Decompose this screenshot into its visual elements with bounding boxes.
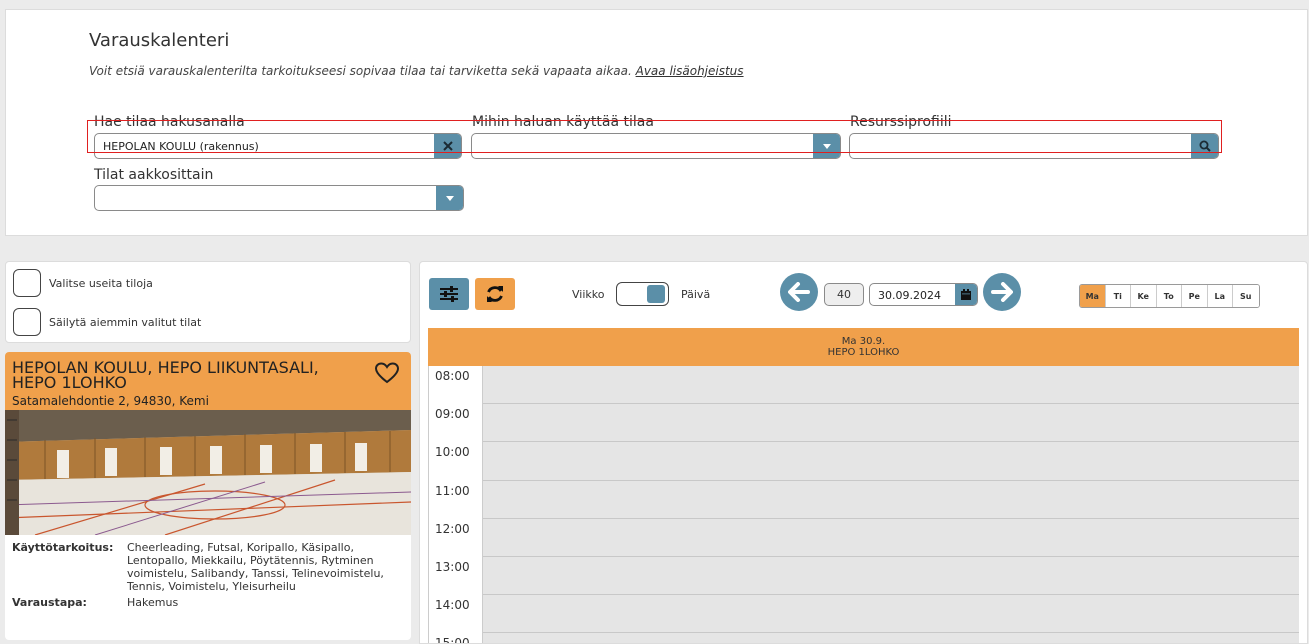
close-icon bbox=[442, 141, 453, 151]
day-selector: Ma Ti Ke To Pe La Su bbox=[1079, 284, 1260, 308]
booking-value: Hakemus bbox=[127, 596, 179, 609]
keep-selected-checkbox[interactable]: Säilytä aiemmin valitut tilat bbox=[13, 308, 201, 336]
keyword-value: HEPOLAN KOULU (rakennus) bbox=[103, 140, 259, 153]
page-title: Varauskalenteri bbox=[89, 30, 230, 51]
hour-line bbox=[483, 441, 1299, 442]
view-week-label: Viikko bbox=[572, 288, 605, 301]
usage-label: Käyttötarkoitus: bbox=[12, 541, 114, 554]
checkbox-box[interactable] bbox=[13, 269, 41, 297]
time-label: 13:00 bbox=[435, 560, 470, 574]
day-button[interactable]: Ke bbox=[1131, 285, 1157, 307]
checkbox-label: Säilytä aiemmin valitut tilat bbox=[49, 315, 202, 329]
options-panel: Valitse useita tiloja Säilytä aiemmin va… bbox=[5, 261, 411, 343]
column-date: Ma 30.9. bbox=[841, 336, 886, 347]
room-header: HEPOLAN KOULU, HEPO LIIKUNTASALI, HEPO 1… bbox=[5, 352, 411, 410]
calendar-grid: 08:00 09:00 10:00 11:00 12:00 13:00 14:0… bbox=[428, 366, 1299, 644]
hour-line bbox=[483, 556, 1299, 557]
time-label: 14:00 bbox=[435, 598, 470, 612]
hour-line bbox=[483, 632, 1299, 633]
hour-line bbox=[483, 594, 1299, 595]
select-multiple-checkbox[interactable]: Valitse useita tiloja bbox=[13, 269, 153, 297]
next-button[interactable] bbox=[983, 273, 1021, 311]
purpose-select[interactable] bbox=[471, 133, 841, 159]
purpose-label: Mihin haluan käyttää tilaa bbox=[472, 114, 654, 130]
date-value: 30.09.2024 bbox=[878, 289, 941, 302]
gym-photo-illustration bbox=[5, 410, 411, 535]
day-button[interactable]: Ti bbox=[1105, 285, 1131, 307]
clear-button[interactable] bbox=[434, 134, 461, 158]
hour-line bbox=[483, 403, 1299, 404]
intro-description: Voit etsiä varauskalenterilta tarkoituks… bbox=[89, 64, 632, 78]
caret-down-icon bbox=[822, 143, 831, 149]
week-number: 40 bbox=[824, 283, 864, 306]
alpha-label: Tilat aakkosittain bbox=[94, 167, 214, 183]
day-button[interactable]: Ma bbox=[1080, 285, 1106, 307]
day-button[interactable]: Pe bbox=[1182, 285, 1208, 307]
heart-icon[interactable] bbox=[375, 362, 399, 384]
toggle-knob bbox=[647, 285, 665, 303]
time-label: 15:00 bbox=[435, 636, 470, 644]
profile-input[interactable] bbox=[849, 133, 1219, 159]
view-day-label: Päivä bbox=[681, 288, 711, 301]
calendar-column-header: Ma 30.9. HEPO 1LOHKO bbox=[428, 328, 1299, 366]
room-name: HEPOLAN KOULU, HEPO LIIKUNTASALI, HEPO 1… bbox=[12, 358, 319, 392]
room-card[interactable]: HEPOLAN KOULU, HEPO LIIKUNTASALI, HEPO 1… bbox=[5, 352, 411, 640]
refresh-icon bbox=[487, 286, 503, 302]
alpha-dropdown-button[interactable] bbox=[436, 186, 463, 210]
filter-button[interactable] bbox=[429, 278, 469, 310]
room-info: Käyttötarkoitus: Cheerleading, Futsal, K… bbox=[5, 535, 411, 615]
calendar-panel: Viikko Päivä 40 30.09.2024 Ma Ti Ke To P… bbox=[419, 261, 1308, 644]
checkbox-box[interactable] bbox=[13, 308, 41, 336]
profile-search-button[interactable] bbox=[1191, 134, 1218, 158]
date-picker-button[interactable] bbox=[955, 284, 977, 305]
time-label: 11:00 bbox=[435, 484, 470, 498]
sliders-icon bbox=[440, 286, 458, 302]
arrow-left-icon bbox=[788, 282, 810, 302]
intro-text: Voit etsiä varauskalenterilta tarkoituks… bbox=[89, 64, 744, 78]
time-label: 08:00 bbox=[435, 369, 470, 383]
day-button[interactable]: To bbox=[1156, 285, 1182, 307]
date-input[interactable]: 30.09.2024 bbox=[869, 283, 978, 306]
time-label: 09:00 bbox=[435, 407, 470, 421]
refresh-button[interactable] bbox=[475, 278, 515, 310]
day-button[interactable]: Su bbox=[1233, 285, 1259, 307]
time-label: 12:00 bbox=[435, 522, 470, 536]
time-slot-area[interactable] bbox=[483, 366, 1299, 643]
booking-label: Varaustapa: bbox=[12, 596, 87, 609]
calendar-icon bbox=[961, 289, 971, 300]
usage-row: Käyttötarkoitus: Cheerleading, Futsal, K… bbox=[12, 541, 404, 593]
usage-value: Cheerleading, Futsal, Koripallo, Käsipal… bbox=[127, 541, 384, 593]
view-toggle[interactable] bbox=[616, 282, 669, 306]
room-photo bbox=[5, 410, 411, 535]
hour-line bbox=[483, 518, 1299, 519]
day-button[interactable]: La bbox=[1207, 285, 1233, 307]
arrow-right-icon bbox=[991, 282, 1013, 302]
hour-line bbox=[483, 480, 1299, 481]
purpose-dropdown-button[interactable] bbox=[813, 134, 840, 158]
room-address: Satamalehdontie 2, 94830, Kemi bbox=[12, 394, 209, 408]
profile-label: Resurssiprofiili bbox=[850, 114, 952, 130]
help-link[interactable]: Avaa lisäohjeistus bbox=[636, 64, 744, 78]
time-label: 10:00 bbox=[435, 445, 470, 459]
previous-button[interactable] bbox=[780, 273, 818, 311]
keyword-input[interactable]: HEPOLAN KOULU (rakennus) bbox=[94, 133, 462, 159]
time-column: 08:00 09:00 10:00 11:00 12:00 13:00 14:0… bbox=[429, 366, 483, 644]
checkbox-label: Valitse useita tiloja bbox=[49, 276, 153, 290]
booking-row: Varaustapa: Hakemus bbox=[12, 596, 404, 609]
column-room: HEPO 1LOHKO bbox=[827, 347, 900, 358]
search-icon bbox=[1199, 140, 1211, 152]
keyword-label: Hae tilaa hakusanalla bbox=[94, 114, 245, 130]
alpha-select[interactable] bbox=[94, 185, 464, 211]
caret-down-icon bbox=[445, 195, 454, 201]
